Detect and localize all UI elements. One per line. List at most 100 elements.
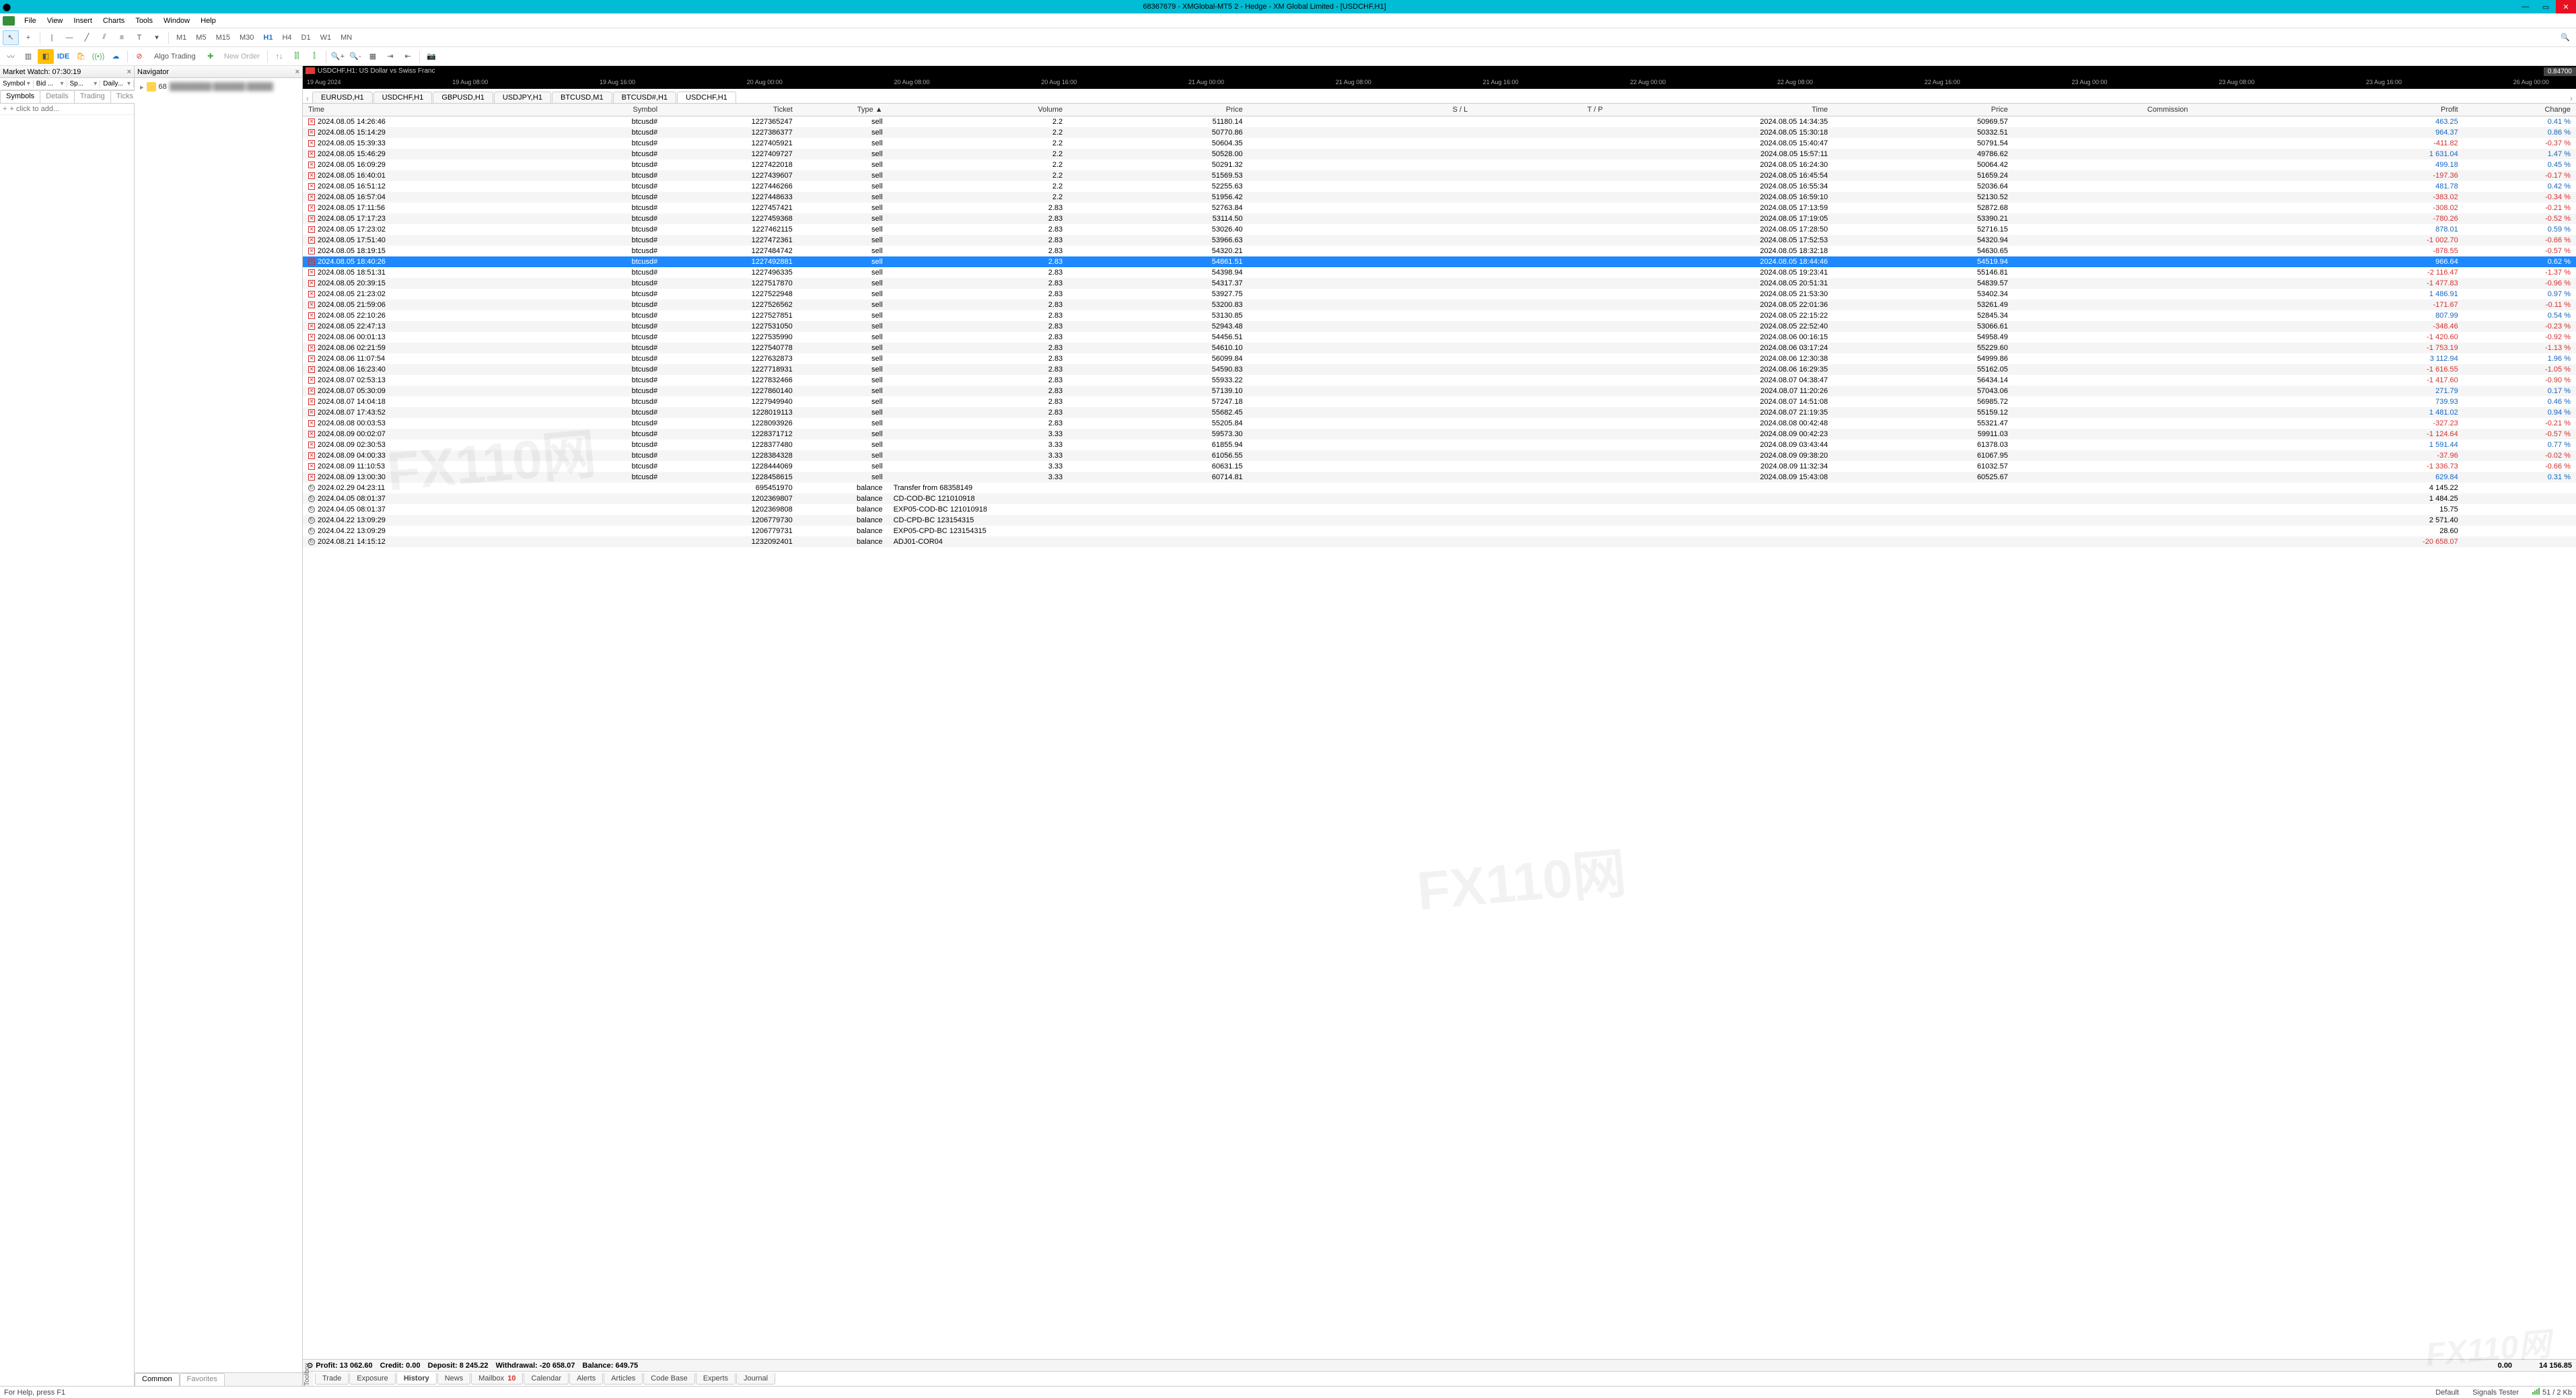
mw-filter-0[interactable]: Symbol▾ <box>0 80 34 88</box>
hline-tool-icon[interactable]: — <box>61 30 77 45</box>
table-row[interactable]: ✕2024.08.09 11:10:53btcusd#1228444069sel… <box>303 461 2576 472</box>
menu-view[interactable]: View <box>42 15 69 26</box>
timeframe-m15[interactable]: M15 <box>212 32 234 43</box>
table-row[interactable]: ✕2024.08.07 17:43:52btcusd#1228019113sel… <box>303 407 2576 418</box>
table-row[interactable]: ✕2024.08.05 21:23:02btcusd#1227522948sel… <box>303 289 2576 300</box>
table-row[interactable]: ✕2024.08.05 16:57:04btcusd#1227448633sel… <box>303 192 2576 203</box>
col-header-10[interactable]: Commission <box>2013 104 2194 116</box>
menu-help[interactable]: Help <box>195 15 221 26</box>
mw-filter-2[interactable]: Sp...▾ <box>67 80 101 88</box>
table-row[interactable]: ↻2024.04.22 13:09:291206779730balanceCD-… <box>303 515 2576 526</box>
market-icon[interactable]: 🛍 <box>73 49 89 64</box>
menu-window[interactable]: Window <box>158 15 195 26</box>
toolbox-tab-articles[interactable]: Articles <box>604 1373 643 1385</box>
channel-tool-icon[interactable]: ⫽ <box>96 30 112 45</box>
history-table[interactable]: TimeSymbolTicketType ▲VolumePriceS / LT … <box>303 104 2576 1359</box>
bar-chart-icon[interactable]: ▥ <box>20 49 36 64</box>
table-row[interactable]: ✕2024.08.05 17:11:56btcusd#1227457421sel… <box>303 203 2576 213</box>
menu-file[interactable]: File <box>19 15 42 26</box>
toolbox-tab-alerts[interactable]: Alerts <box>569 1373 603 1385</box>
mw-tab-symbols[interactable]: Symbols <box>0 90 40 103</box>
chart-tab-5[interactable]: BTCUSD#,H1 <box>613 92 676 103</box>
tab-scroll-right-icon[interactable]: › <box>2567 95 2576 103</box>
table-row[interactable]: ✕2024.08.08 00:03:53btcusd#1228093926sel… <box>303 418 2576 429</box>
algo-trading-button[interactable]: Algo Trading <box>149 51 201 62</box>
timeframe-mn[interactable]: MN <box>336 32 356 43</box>
timeframe-h4[interactable]: H4 <box>278 32 295 43</box>
vps-icon[interactable]: ☁ <box>108 49 124 64</box>
nav-tab-favorites[interactable]: Favorites <box>180 1373 225 1386</box>
chart-candles-icon[interactable]: ⫿ <box>306 49 322 64</box>
col-header-4[interactable]: Volume <box>888 104 1069 116</box>
table-row[interactable]: ✕2024.08.05 17:23:02btcusd#1227462115sel… <box>303 224 2576 235</box>
maximize-button[interactable]: ▭ <box>2536 0 2556 13</box>
table-row[interactable]: ✕2024.08.07 02:53:13btcusd#1227832466sel… <box>303 375 2576 386</box>
navigator-account-row[interactable]: ▸ 68 ████████ ██████ █████ <box>139 81 298 93</box>
table-row[interactable]: ✕2024.08.05 20:39:15btcusd#1227517870sel… <box>303 278 2576 289</box>
toolbox-tab-calendar[interactable]: Calendar <box>524 1373 569 1385</box>
table-row[interactable]: ✕2024.08.06 00:01:13btcusd#1227535990sel… <box>303 332 2576 343</box>
menu-charts[interactable]: Charts <box>98 15 130 26</box>
toolbox-tab-code-base[interactable]: Code Base <box>643 1373 694 1385</box>
table-row[interactable]: ✕2024.08.05 18:51:31btcusd#1227496335sel… <box>303 267 2576 278</box>
text-tool-icon[interactable]: T <box>131 30 147 45</box>
autoscroll-icon[interactable]: ⇤ <box>400 49 416 64</box>
status-signals[interactable]: Signals Tester <box>2472 1389 2519 1397</box>
camera-icon[interactable]: 📷 <box>423 49 439 64</box>
chart-tab-2[interactable]: GBPUSD,H1 <box>433 92 493 103</box>
table-row[interactable]: ✕2024.08.06 02:21:59btcusd#1227540778sel… <box>303 343 2576 353</box>
table-row[interactable]: ✕2024.08.05 18:40:26btcusd#1227492881sel… <box>303 256 2576 267</box>
new-order-icon[interactable]: ✚ <box>203 49 219 64</box>
toolbox-tab-mailbox[interactable]: Mailbox 10 <box>471 1373 523 1385</box>
toolbox-tab-news[interactable]: News <box>437 1373 471 1385</box>
col-header-2[interactable]: Ticket <box>663 104 798 116</box>
chart-tab-0[interactable]: EURUSD,H1 <box>312 92 373 103</box>
vline-tool-icon[interactable]: | <box>44 30 60 45</box>
timeframe-h1[interactable]: H1 <box>259 32 277 43</box>
col-header-6[interactable]: S / L <box>1248 104 1473 116</box>
table-row[interactable]: ✕2024.08.05 16:40:01btcusd#1227439607sel… <box>303 170 2576 181</box>
chart-tab-4[interactable]: BTCUSD,M1 <box>552 92 612 103</box>
table-row[interactable]: ✕2024.08.07 14:04:18btcusd#1227949940sel… <box>303 396 2576 407</box>
toolbox-tab-history[interactable]: History <box>396 1373 437 1385</box>
toolbox-tab-journal[interactable]: Journal <box>736 1373 775 1385</box>
nav-tab-common[interactable]: Common <box>135 1373 180 1386</box>
toolbox-label[interactable]: Toolbox <box>303 1372 314 1386</box>
col-header-0[interactable]: Time <box>303 104 550 116</box>
crosshair-tool-icon[interactable]: + <box>20 30 36 45</box>
toolbox-tab-experts[interactable]: Experts <box>696 1373 736 1385</box>
grid-icon[interactable]: ▦ <box>365 49 381 64</box>
table-row[interactable]: ↻2024.04.05 08:01:371202369808balanceEXP… <box>303 504 2576 515</box>
table-row[interactable]: ✕2024.08.06 11:07:54btcusd#1227632873sel… <box>303 353 2576 364</box>
search-icon[interactable]: 🔍 <box>2557 30 2573 45</box>
table-row[interactable]: ✕2024.08.09 04:00:33btcusd#1228384328sel… <box>303 450 2576 461</box>
minimize-button[interactable]: — <box>2515 0 2536 13</box>
table-row[interactable]: ↻2024.04.22 13:09:291206779731balanceEXP… <box>303 526 2576 536</box>
table-row[interactable]: ✕2024.08.05 22:10:26btcusd#1227527851sel… <box>303 310 2576 321</box>
candle-chart-icon[interactable]: ◧ <box>38 49 54 64</box>
autotrading-indicator-icon[interactable]: ⊘ <box>131 49 147 64</box>
timeframe-m5[interactable]: M5 <box>192 32 210 43</box>
table-row[interactable]: ✕2024.08.05 15:39:33btcusd#1227405921sel… <box>303 138 2576 149</box>
navigator-close-icon[interactable]: × <box>295 68 299 76</box>
market-watch-search-input[interactable] <box>9 105 131 113</box>
table-row[interactable]: ✕2024.08.05 14:26:46btcusd#1227365247sel… <box>303 116 2576 128</box>
menu-insert[interactable]: Insert <box>68 15 98 26</box>
table-row[interactable]: ✕2024.08.09 00:02:07btcusd#1228371712sel… <box>303 429 2576 440</box>
table-row[interactable]: ✕2024.08.05 17:17:23btcusd#1227459368sel… <box>303 213 2576 224</box>
table-row[interactable]: ✕2024.08.05 18:19:15btcusd#1227484742sel… <box>303 246 2576 256</box>
tree-expand-icon[interactable]: ▸ <box>140 83 144 92</box>
table-row[interactable]: ✕2024.08.07 05:30:09btcusd#1227860140sel… <box>303 386 2576 396</box>
trendline-tool-icon[interactable]: ╱ <box>79 30 95 45</box>
menu-tools[interactable]: Tools <box>130 15 158 26</box>
tab-scroll-left-icon[interactable]: ‹ <box>303 95 312 103</box>
mw-filter-3[interactable]: Daily...▾ <box>100 80 134 88</box>
fibo-tool-icon[interactable]: ≡ <box>114 30 130 45</box>
table-row[interactable]: ✕2024.08.09 02:30:53btcusd#1228377480sel… <box>303 440 2576 450</box>
col-header-3[interactable]: Type ▲ <box>798 104 888 116</box>
toolbox-tab-trade[interactable]: Trade <box>315 1373 349 1385</box>
mw-tab-trading[interactable]: Trading <box>74 90 111 103</box>
table-row[interactable]: ✕2024.08.05 15:46:29btcusd#1227409727sel… <box>303 149 2576 160</box>
timeframe-m30[interactable]: M30 <box>236 32 258 43</box>
table-row[interactable]: ✕2024.08.05 16:09:29btcusd#1227422018sel… <box>303 160 2576 170</box>
